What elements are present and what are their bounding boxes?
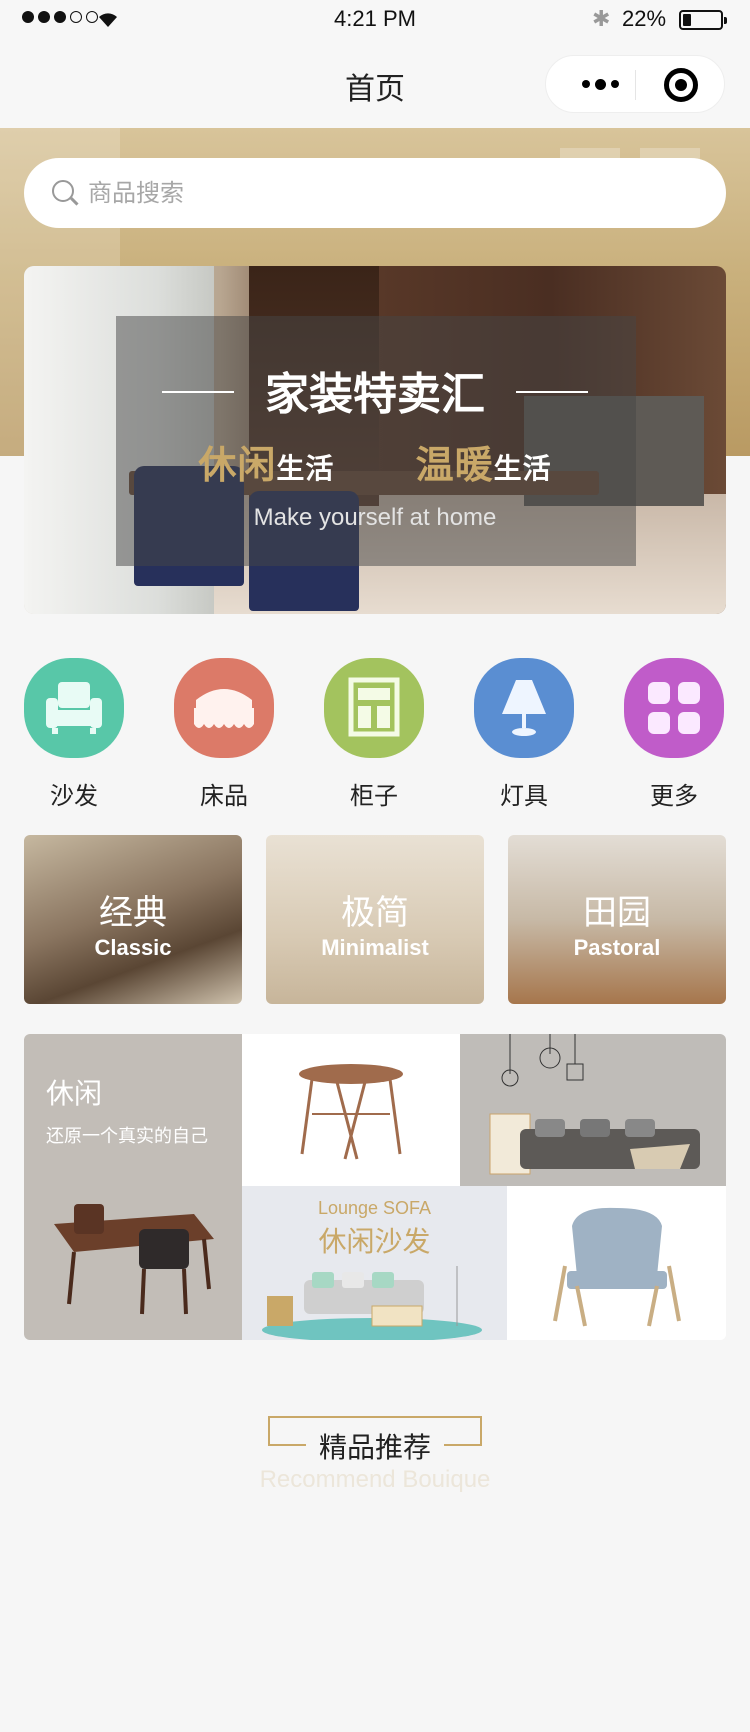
lamp-icon [474, 658, 574, 758]
style-card-classic[interactable]: 经典 Classic [24, 835, 242, 1004]
sectional-sofa-image [489, 1034, 700, 1175]
leisure-tile[interactable]: 休闲 还原一个真实的自己 [24, 1034, 242, 1340]
style-card-pastoral[interactable]: 田园 Pastoral [508, 835, 726, 1004]
style-card-subtitle: Minimalist [321, 935, 429, 960]
search-icon [52, 180, 74, 202]
battery-icon [679, 10, 727, 30]
navigation-bar: 首页 [0, 40, 750, 128]
capsule-divider [635, 70, 636, 100]
promo-banner[interactable]: 家装特卖汇 休闲生活 温暖生活 Make yourself at home [24, 266, 726, 614]
category-cabinet[interactable]: 柜子 [324, 658, 426, 811]
bed-icon [174, 658, 274, 758]
leisure-title: 休闲 [46, 1077, 103, 1110]
sectional-sofa-tile[interactable] [460, 1034, 726, 1186]
category-label: 灯具 [500, 782, 548, 810]
bluetooth-icon: ✱ [592, 7, 611, 32]
armchair-tile[interactable] [507, 1186, 726, 1340]
round-table-image [299, 1064, 403, 1160]
cabinet-icon [324, 658, 424, 758]
category-more[interactable]: 更多 [624, 658, 726, 811]
search-bar[interactable] [24, 158, 726, 228]
section-title: 精品推荐 [318, 1431, 431, 1464]
dining-set-image [54, 1204, 214, 1315]
grid-icon [624, 658, 724, 758]
style-card-title: 田园 [583, 893, 651, 933]
side-table-tile[interactable] [242, 1034, 460, 1186]
category-label: 沙发 [50, 782, 98, 810]
status-bar: 4:21 PM ✱ 22% [0, 0, 750, 40]
armchair-image [553, 1207, 681, 1327]
lounge-sofa-title: 休闲沙发 [318, 1225, 431, 1258]
search-input[interactable] [88, 173, 688, 213]
style-card-subtitle: Classic [94, 935, 172, 960]
banner-subtitle: 休闲生活 温暖生活 [198, 443, 552, 487]
mini-program-capsule [545, 55, 725, 113]
section-subtitle: Recommend Bouique [259, 1466, 491, 1493]
banner-title: 家装特卖汇 [265, 369, 485, 420]
category-grid: 沙发 床品 柜子 灯具 更多 [24, 658, 726, 811]
battery-percent: 22% [622, 6, 667, 31]
lounge-sofa-tile[interactable]: Lounge SOFA 休闲沙发 [242, 1186, 507, 1340]
style-card-title: 经典 [99, 893, 167, 933]
category-bedding[interactable]: 床品 [174, 658, 276, 811]
recommend-section-heading: 精品推荐 Recommend Bouique [0, 1416, 750, 1496]
banner-english-tagline: Make yourself at home [253, 504, 497, 531]
category-label: 床品 [200, 782, 248, 810]
category-sofa[interactable]: 沙发 [24, 658, 126, 811]
leisure-subtitle: 还原一个真实的自己 [46, 1126, 208, 1147]
lounge-sofa-english: Lounge SOFA [317, 1198, 432, 1218]
more-dots-icon[interactable] [570, 69, 630, 99]
style-cards: 经典 Classic 极简 Minimalist 田园 Pastoral [24, 835, 726, 1005]
sofa-icon [24, 658, 124, 758]
style-card-subtitle: Pastoral [573, 935, 661, 960]
close-target-icon[interactable] [664, 68, 698, 102]
category-lamp[interactable]: 灯具 [474, 658, 576, 811]
lounge-sofa-image [262, 1266, 482, 1340]
category-label: 更多 [650, 782, 698, 810]
feature-mosaic: 休闲 还原一个真实的自己 Lounge SOFA 休闲沙发 [24, 1034, 726, 1340]
style-card-title: 极简 [341, 893, 409, 933]
style-card-minimalist[interactable]: 极简 Minimalist [266, 835, 484, 1004]
category-label: 柜子 [350, 782, 398, 810]
